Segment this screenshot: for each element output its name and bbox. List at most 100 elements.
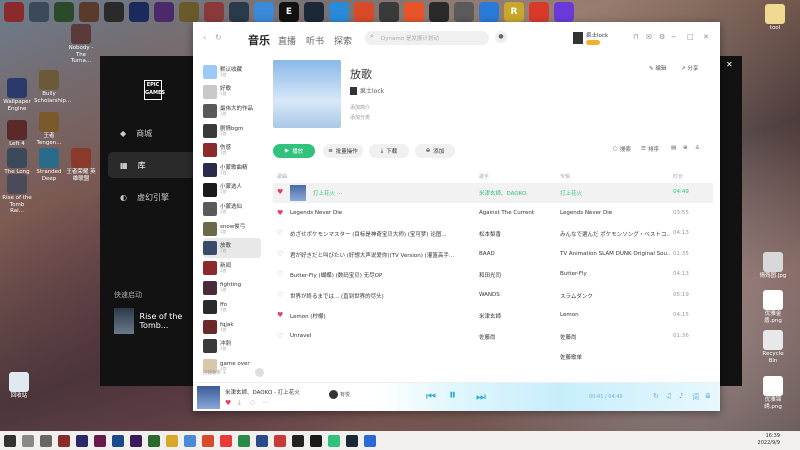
taskbar-app[interactable]: [220, 434, 232, 447]
app-icon[interactable]: [79, 2, 99, 22]
download-icon[interactable]: ⤓: [238, 399, 241, 407]
song-artist[interactable]: 米津玄師、DAOKO: [479, 189, 549, 197]
playlist-intro[interactable]: 添加简介: [350, 104, 370, 111]
song-album[interactable]: Legends Never Die: [560, 210, 670, 216]
app-icon[interactable]: [204, 2, 224, 22]
taskbar-app[interactable]: [58, 434, 70, 447]
desktop-shortcut[interactable]: Recycle Bin: [758, 330, 788, 364]
taskbar-app[interactable]: [292, 434, 304, 447]
create-playlist[interactable]: 创建歌单 +: [203, 370, 226, 376]
app-icon[interactable]: [454, 2, 474, 22]
song-row[interactable]: ♥ Legends Never Die Against The Current Leg…: [273, 204, 713, 224]
col-duration[interactable]: 时长: [673, 173, 683, 180]
avatar[interactable]: [573, 32, 583, 44]
sidebar-playlist-item[interactable]: snow俊弓 1首: [203, 219, 261, 239]
desktop-shortcut[interactable]: Rise of the Tomb Rai...: [2, 174, 32, 215]
song-row[interactable]: ♥ Lemon (柠檬) 米津玄師 Lemon 04:15: [273, 306, 713, 326]
refresh-icon[interactable]: ↻: [215, 33, 222, 42]
close-icon[interactable]: ✕: [703, 33, 709, 41]
batch-button[interactable]: ≡ 批量操作: [323, 144, 363, 158]
sidebar-playlist-item[interactable]: 冲刺 1首: [203, 336, 261, 356]
equalizer-icon[interactable]: ♫: [666, 392, 672, 400]
username[interactable]: 疯士lock: [586, 31, 608, 39]
comment-icon[interactable]: ◌: [250, 399, 255, 406]
sidebar-playlist-item[interactable]: 放歌 1首: [203, 238, 261, 259]
app-icon[interactable]: [29, 2, 49, 22]
taskbar-app[interactable]: [346, 434, 358, 447]
app-icon[interactable]: [254, 2, 274, 22]
lyrics-icon[interactable]: 词: [692, 392, 699, 402]
app-icon[interactable]: [379, 2, 399, 22]
play-all-button[interactable]: ▶ 播放: [273, 144, 315, 158]
song-album[interactable]: Butter-Fly: [560, 271, 670, 277]
sidebar-playlist-item[interactable]: 小蒙选人 1首: [203, 180, 261, 200]
app-icon[interactable]: [429, 2, 449, 22]
playlist-category[interactable]: 添加分类: [350, 114, 370, 121]
playlist-creator[interactable]: 疯士lock: [350, 86, 384, 95]
sidebar-playlist-item[interactable]: 默认收藏 1首: [203, 62, 261, 82]
app-icon[interactable]: [479, 2, 499, 22]
song-artist[interactable]: WANDS: [479, 292, 549, 298]
mic-icon[interactable]: ●: [495, 31, 507, 43]
app-icon[interactable]: [154, 2, 174, 22]
shirt-icon[interactable]: ⊓: [633, 33, 638, 41]
taskbar-app[interactable]: [76, 434, 88, 447]
desktop-shortcut[interactable]: tool: [760, 4, 790, 32]
app-icon[interactable]: [529, 2, 549, 22]
song-album[interactable]: 佐藤尚: [560, 333, 670, 341]
app-icon[interactable]: [354, 2, 374, 22]
heart-icon[interactable]: ♥: [277, 311, 283, 319]
back-icon[interactable]: ‹: [203, 33, 206, 42]
desktop-shortcut[interactable]: 王者 Tengen...: [34, 112, 64, 146]
search-songs-button[interactable]: ○ 搜索: [613, 145, 631, 153]
app-icon[interactable]: [229, 2, 249, 22]
queue-icon[interactable]: ≣: [705, 392, 711, 400]
download-button[interactable]: ⤓ 下载: [369, 144, 409, 158]
desktop-shortcut[interactable]: 王者荣耀 英雄联盟: [66, 148, 96, 182]
sidebar-playlist-item[interactable]: fighting 1首: [203, 278, 261, 298]
song-row[interactable]: ♡ Butter-Fly (蝴蝶) (数码宝贝) 无尽OP 和田光司 Butter-F…: [273, 265, 713, 285]
song-title[interactable]: Legends Never Die: [290, 210, 460, 216]
desktop-shortcut[interactable]: 情殇图.jpg: [758, 252, 788, 280]
song-row[interactable]: 佐藤歌单: [273, 347, 713, 367]
song-artist[interactable]: 佐藤尚: [479, 333, 549, 341]
song-album[interactable]: 打上花火: [560, 189, 670, 197]
edit-button[interactable]: ✎ 编辑: [649, 64, 666, 72]
minimize-icon[interactable]: −: [671, 33, 677, 41]
heart-icon[interactable]: ♡: [277, 291, 283, 299]
heart-icon[interactable]: ♥: [277, 209, 283, 217]
app-icon[interactable]: R: [504, 2, 524, 22]
list-view-icon[interactable]: ▤: [671, 145, 676, 151]
search-input[interactable]: Dynamo 是发展计划动: [365, 31, 489, 45]
song-album[interactable]: 佐藤歌单: [560, 353, 670, 361]
song-title[interactable]: 打上花火 ⋯: [313, 189, 483, 197]
add-button[interactable]: ⊕ 添加: [415, 144, 455, 158]
sidebar-playlist-item[interactable]: 小蒙歌曲精 1首: [203, 160, 261, 180]
app-icon[interactable]: [179, 2, 199, 22]
desktop-shortcut[interactable]: Nobody - The Turna...: [66, 24, 96, 65]
pause-icon[interactable]: ⏸: [449, 387, 456, 403]
maximize-icon[interactable]: □: [687, 33, 694, 41]
song-title[interactable]: Butter-Fly (蝴蝶) (数码宝贝) 无尽OP: [290, 271, 460, 279]
sidebar-playlist-item[interactable]: 伤感 1首: [203, 140, 261, 160]
taskbar-app[interactable]: [328, 434, 340, 447]
app-icon[interactable]: [129, 2, 149, 22]
heart-icon[interactable]: ♡: [277, 270, 283, 278]
taskbar-app[interactable]: [94, 434, 106, 447]
mode-icon[interactable]: ↻: [653, 392, 659, 400]
song-title[interactable]: めざせポケモンマスター (目标是神奇宝贝大师) (宝可梦) 论图...: [290, 230, 460, 238]
desktop-shortcut[interactable]: 优雅金盾.png: [758, 290, 788, 324]
desktop-shortcut[interactable]: Wallpaper Engine: [2, 78, 32, 112]
sidebar-playlist-item[interactable]: 剧情bgm 1首: [203, 121, 261, 141]
sidebar-playlist-item[interactable]: fqjak 1首: [203, 317, 261, 337]
sort-button[interactable]: ☰ 排序: [641, 145, 659, 153]
epic-nav-unreal[interactable]: ◐ 虚幻引擎: [108, 184, 204, 210]
share-button[interactable]: ↗ 分享: [681, 64, 698, 72]
tab-music[interactable]: 音乐: [248, 32, 270, 48]
tab-explore[interactable]: 探索: [334, 34, 352, 47]
taskbar-app[interactable]: [166, 434, 178, 447]
volume-icon[interactable]: ♪: [679, 392, 683, 400]
next-icon[interactable]: ⏭: [476, 390, 486, 404]
song-album[interactable]: スラムダンク: [560, 292, 670, 300]
clock[interactable]: 16:39 2022/9/9: [758, 433, 780, 447]
